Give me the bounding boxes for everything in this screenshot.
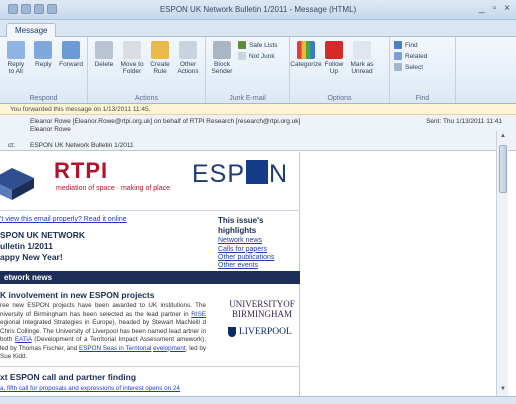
- other-actions-icon: [179, 41, 197, 59]
- reply-icon: [34, 41, 53, 59]
- minimize-button[interactable]: _: [479, 3, 485, 14]
- article-title: K involvement in new ESPON projects: [0, 290, 155, 300]
- university-birmingham-logo: UNIVERSITYOF BIRMINGHAM: [229, 299, 295, 319]
- group-label-junk: Junk E-mail: [229, 95, 266, 102]
- group-label-find: Find: [415, 95, 430, 102]
- related-button[interactable]: Related: [394, 52, 427, 60]
- other-actions-button[interactable]: Other Actions: [176, 41, 200, 75]
- reply-all-icon: [6, 41, 25, 59]
- eu-stars-icon: [246, 160, 269, 185]
- tab-message[interactable]: Message: [6, 23, 57, 37]
- message-body: RTPI mediation of space · making of plac…: [0, 152, 492, 396]
- follow-up-button[interactable]: Follow Up: [322, 41, 346, 75]
- divider: [0, 210, 300, 211]
- university-liverpool-logo: LIVERPOOL: [228, 327, 300, 337]
- delete-icon: [95, 41, 113, 59]
- ribbon: Reply to All Reply Forward Respond Delet…: [0, 37, 516, 104]
- rule-icon: [151, 41, 169, 59]
- from-field[interactable]: Eleanor Rowe [Eleanor.Rowe@rtpi.org.uk] …: [30, 118, 300, 125]
- junk-small-buttons: Safe Lists Not Junk: [238, 41, 278, 60]
- status-bar: [0, 396, 516, 404]
- scroll-thumb[interactable]: [499, 145, 507, 193]
- article-title: xt ESPON call and partner finding: [0, 372, 137, 382]
- section-bar-network-news: etwork news: [0, 271, 300, 284]
- close-button[interactable]: ×: [504, 3, 510, 14]
- espon-seas-link[interactable]: ESPON Seas in Territorial: [79, 345, 151, 352]
- window-title: ESPON UK Network Bulletin 1/2011 - Messa…: [159, 5, 357, 14]
- to-field[interactable]: Eleanor Rowe: [30, 126, 71, 133]
- crest-icon: [228, 327, 236, 337]
- not-junk-icon: [238, 52, 246, 60]
- categorize-icon: [297, 41, 315, 59]
- block-sender-icon: [213, 41, 231, 59]
- rtpi-tagline: mediation of space · making of place: [56, 185, 171, 192]
- message-header: Eleanor Rowe [Eleanor.Rowe@rtpi.org.uk] …: [0, 115, 516, 141]
- rise-link[interactable]: RISE: [191, 311, 206, 318]
- title-bar: ESPON UK Network Bulletin 1/2011 - Messa…: [0, 0, 516, 20]
- envelope-icon: [353, 41, 371, 59]
- sent-date: Sent: Thu 1/13/2011 11:41: [426, 118, 502, 125]
- subject-row: ct: ESPON UK Network Bulletin 1/2011: [0, 141, 516, 151]
- categorize-button[interactable]: Categorize: [290, 41, 322, 68]
- ribbon-tab-row: Message: [0, 20, 516, 37]
- subject-value: ESPON UK Network Bulletin 1/2011: [30, 142, 134, 149]
- select-button[interactable]: Select: [394, 63, 427, 71]
- subject-label: ct:: [8, 142, 15, 149]
- highlights-box: This issue's highlights Network news Cal…: [218, 216, 298, 271]
- group-label-options: Options: [327, 95, 352, 102]
- delete-button[interactable]: Delete: [92, 41, 116, 68]
- eatia-link[interactable]: EATiA: [15, 336, 32, 343]
- group-actions: Delete Move to Folder Create Rule Other …: [88, 37, 206, 103]
- binoculars-icon: [394, 41, 402, 49]
- highlight-link[interactable]: Network news: [218, 237, 298, 245]
- view-online-link[interactable]: 't view this email properly? Read it onl…: [0, 216, 127, 223]
- highlight-link[interactable]: Other publications: [218, 254, 298, 262]
- info-bar[interactable]: You forwarded this message on 1/13/2011 …: [0, 104, 516, 115]
- find-button[interactable]: Find: [394, 41, 427, 49]
- folder-icon: [123, 41, 141, 59]
- newsletter-name: SPON UK NETWORK ulletin 1/2011 appy New …: [0, 230, 85, 263]
- safe-lists-icon: [238, 41, 246, 49]
- newsletter: RTPI mediation of space · making of plac…: [0, 152, 300, 396]
- espon-logo: ESP N: [192, 160, 289, 188]
- flag-icon: [325, 41, 343, 59]
- forward-button[interactable]: Forward: [59, 41, 83, 68]
- select-icon: [394, 63, 402, 71]
- espon-seas-link-cont[interactable]: evelopment: [153, 345, 186, 352]
- reply-all-button[interactable]: Reply to All: [4, 41, 28, 75]
- scroll-down-icon[interactable]: ▼: [498, 386, 508, 394]
- group-label-respond: Respond: [29, 95, 58, 102]
- divider: [0, 366, 300, 367]
- group-label-actions: Actions: [135, 95, 158, 102]
- create-rule-button[interactable]: Create Rule: [148, 41, 172, 75]
- mark-unread-button[interactable]: Mark as Unread: [350, 41, 374, 75]
- move-to-folder-button[interactable]: Move to Folder: [120, 41, 144, 75]
- not-junk-button[interactable]: Not Junk: [238, 52, 278, 60]
- safe-lists-button[interactable]: Safe Lists: [238, 41, 278, 49]
- find-small-buttons: Find Related Select: [394, 41, 427, 71]
- group-options: Categorize Follow Up Mark as Unread Opti…: [290, 37, 390, 103]
- group-find: Find Related Select Find: [390, 37, 456, 103]
- highlight-link[interactable]: Other events: [218, 262, 298, 270]
- highlights-heading: This issue's highlights: [218, 216, 264, 235]
- window-controls: _ ▫ ×: [479, 3, 510, 14]
- maximize-button[interactable]: ▫: [493, 3, 497, 14]
- reply-button[interactable]: Reply: [32, 41, 56, 68]
- rtpi-name: RTPI: [54, 158, 109, 183]
- vertical-scrollbar[interactable]: ▲ ▼: [496, 131, 508, 396]
- forward-icon: [62, 41, 81, 59]
- group-respond: Reply to All Reply Forward Respond: [0, 37, 88, 103]
- group-junk: Block Sender Safe Lists Not Junk Junk E-…: [206, 37, 290, 103]
- highlight-link[interactable]: Calls for papers: [218, 246, 298, 254]
- scroll-up-icon[interactable]: ▲: [498, 133, 508, 141]
- related-icon: [394, 52, 402, 60]
- article-body: ree new ESPON projects have been awarded…: [0, 302, 206, 360]
- block-sender-button[interactable]: Block Sender: [210, 41, 234, 75]
- outlook-message-window: ESPON UK Network Bulletin 1/2011 - Messa…: [0, 0, 516, 404]
- rtpi-logo-icon: [0, 168, 34, 200]
- article-body: a, fifth call for proposals and expressi…: [0, 385, 180, 392]
